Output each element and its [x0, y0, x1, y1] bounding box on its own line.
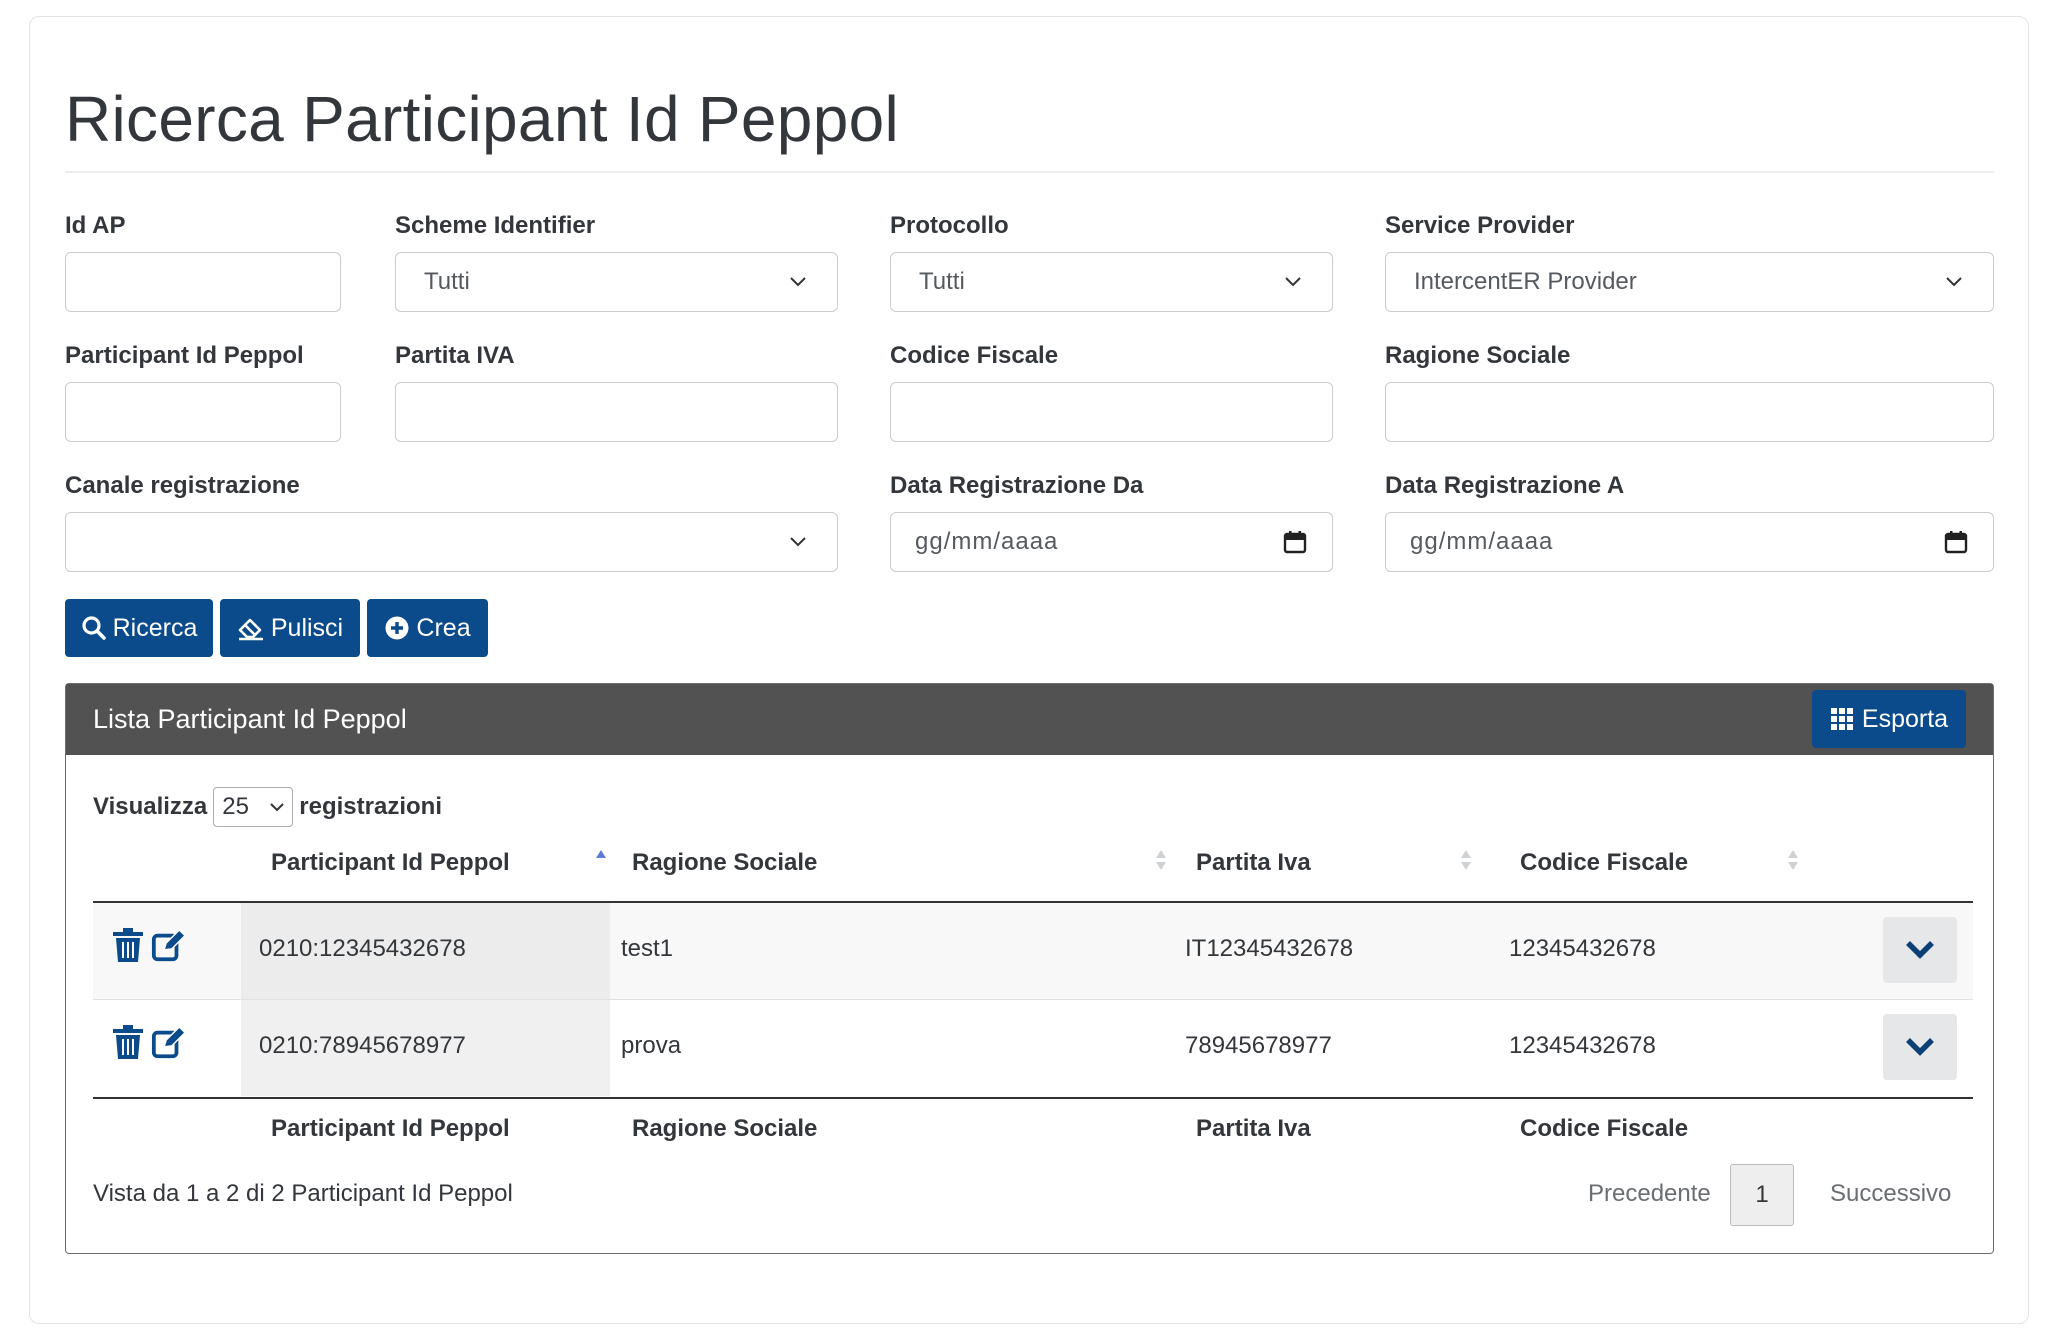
chevron-down-icon [787, 531, 809, 553]
pagination-next[interactable]: Successivo [1830, 1180, 1951, 1208]
participant-id-label: Participant Id Peppol [65, 342, 304, 369]
search-button[interactable]: Ricerca [65, 599, 213, 657]
data-da-placeholder: gg/mm/aaaa [915, 528, 1059, 555]
panel-title: Lista Participant Id Peppol [93, 704, 407, 734]
service-provider-value: IntercentER Provider [1414, 268, 1637, 295]
cell-partita-iva: 78945678977 [1185, 1032, 1332, 1059]
codice-fiscale-label: Codice Fiscale [890, 342, 1059, 369]
id-ap-input[interactable] [65, 252, 341, 312]
sort-icon [1156, 850, 1166, 870]
cell-codice-fiscale: 12345432678 [1509, 935, 1656, 962]
scheme-identifier-label: Scheme Identifier [395, 212, 596, 239]
create-button[interactable]: Crea [367, 599, 488, 657]
table-info: Vista da 1 a 2 di 2 Participant Id Peppo… [93, 1180, 513, 1207]
data-a-input[interactable]: gg/mm/aaaa [1385, 512, 1994, 572]
panel-header: Lista Participant Id Peppol Esporta [66, 684, 1993, 755]
expand-row-button[interactable] [1883, 917, 1957, 983]
sort-icon [1788, 850, 1798, 870]
eraser-icon [238, 618, 263, 641]
scheme-identifier-select[interactable]: Tutti [395, 252, 838, 312]
export-button-label: Esporta [1861, 704, 1949, 733]
pagination-current-page[interactable]: 1 [1730, 1164, 1794, 1226]
trash-icon[interactable] [111, 928, 145, 964]
data-a-placeholder: gg/mm/aaaa [1410, 528, 1554, 555]
cell-participant-id: 0210:12345432678 [259, 935, 466, 962]
sort-asc-icon [596, 850, 606, 858]
pagination-previous[interactable]: Precedente [1588, 1180, 1711, 1208]
search-button-label: Ricerca [112, 613, 198, 642]
grid-icon [1830, 708, 1853, 730]
data-a-label: Data Registrazione A [1385, 472, 1625, 499]
partita-iva-input-box[interactable] [424, 398, 809, 426]
codice-fiscale-input[interactable] [890, 382, 1333, 442]
footer-col-codice-fiscale: Codice Fiscale [1520, 1115, 1689, 1142]
chevron-down-icon [1906, 1038, 1934, 1056]
codice-fiscale-input-box[interactable] [919, 398, 1304, 426]
col-header-partita-iva[interactable]: Partita Iva [1196, 849, 1311, 877]
table-row: 0210:78945678977 prova 78945678977 12345… [93, 1000, 1973, 1096]
chevron-down-icon [1282, 271, 1304, 293]
participant-id-input-box[interactable] [94, 398, 312, 426]
data-da-label: Data Registrazione Da [890, 472, 1144, 499]
table-footer-divider [93, 1097, 1973, 1099]
service-provider-select[interactable]: IntercentER Provider [1385, 252, 1994, 312]
page-length-select[interactable]: 25 [213, 787, 294, 827]
length-suffix: registrazioni [299, 793, 442, 820]
canale-registrazione-select[interactable] [65, 512, 838, 572]
length-prefix: Visualizza [93, 793, 208, 820]
page-title: Ricerca Participant Id Peppol [65, 83, 900, 155]
chevron-down-icon [1906, 941, 1934, 959]
canale-registrazione-label: Canale registrazione [65, 472, 300, 499]
create-button-label: Crea [416, 613, 471, 642]
cell-codice-fiscale: 12345432678 [1509, 1032, 1656, 1059]
partita-iva-label: Partita IVA [395, 342, 515, 369]
calendar-icon[interactable] [1943, 529, 1969, 555]
col-header-ragione-sociale[interactable]: Ragione Sociale [632, 849, 817, 877]
protocollo-label: Protocollo [890, 212, 1009, 239]
cell-partita-iva: IT12345432678 [1185, 935, 1354, 962]
footer-col-participant-id: Participant Id Peppol [271, 1115, 510, 1142]
chevron-down-icon [1943, 271, 1965, 293]
title-divider [65, 171, 1994, 173]
export-button[interactable]: Esporta [1812, 690, 1966, 748]
chevron-down-icon [787, 271, 809, 293]
trash-icon[interactable] [111, 1025, 145, 1061]
protocollo-value: Tutti [919, 268, 965, 295]
clear-button-label: Pulisci [270, 613, 344, 642]
page-length-value: 25 [222, 793, 249, 820]
participant-id-input[interactable] [65, 382, 341, 442]
sort-icon [1461, 850, 1471, 870]
ragione-sociale-label: Ragione Sociale [1385, 342, 1571, 369]
footer-col-ragione-sociale: Ragione Sociale [632, 1115, 818, 1142]
chevron-down-icon [270, 802, 284, 811]
col-header-participant-id[interactable]: Participant Id Peppol [271, 849, 510, 877]
protocollo-select[interactable]: Tutti [890, 252, 1333, 312]
id-ap-label: Id AP [65, 212, 126, 239]
table-row: 0210:12345432678 test1 IT12345432678 123… [93, 903, 1973, 999]
edit-icon[interactable] [151, 1025, 185, 1061]
clear-button[interactable]: Pulisci [220, 599, 360, 657]
plus-circle-icon [385, 616, 409, 640]
id-ap-input-box[interactable] [94, 268, 312, 296]
edit-icon[interactable] [151, 928, 185, 964]
service-provider-label: Service Provider [1385, 212, 1575, 239]
cell-ragione-sociale: prova [621, 1032, 682, 1059]
cell-ragione-sociale: test1 [621, 935, 674, 962]
calendar-icon[interactable] [1282, 529, 1308, 555]
page-length-control: Visualizza 25 registrazioni [93, 787, 442, 827]
cell-participant-id: 0210:78945678977 [259, 1032, 466, 1059]
results-panel: Lista Participant Id Peppol Esporta Visu… [65, 683, 1994, 1254]
col-header-codice-fiscale[interactable]: Codice Fiscale [1520, 849, 1688, 877]
data-da-input[interactable]: gg/mm/aaaa [890, 512, 1333, 572]
ragione-sociale-input-box[interactable] [1414, 398, 1965, 426]
ragione-sociale-input[interactable] [1385, 382, 1994, 442]
footer-col-partita-iva: Partita Iva [1196, 1115, 1311, 1142]
search-icon [82, 616, 106, 640]
partita-iva-input[interactable] [395, 382, 838, 442]
scheme-identifier-value: Tutti [424, 268, 470, 295]
expand-row-button[interactable] [1883, 1014, 1957, 1080]
